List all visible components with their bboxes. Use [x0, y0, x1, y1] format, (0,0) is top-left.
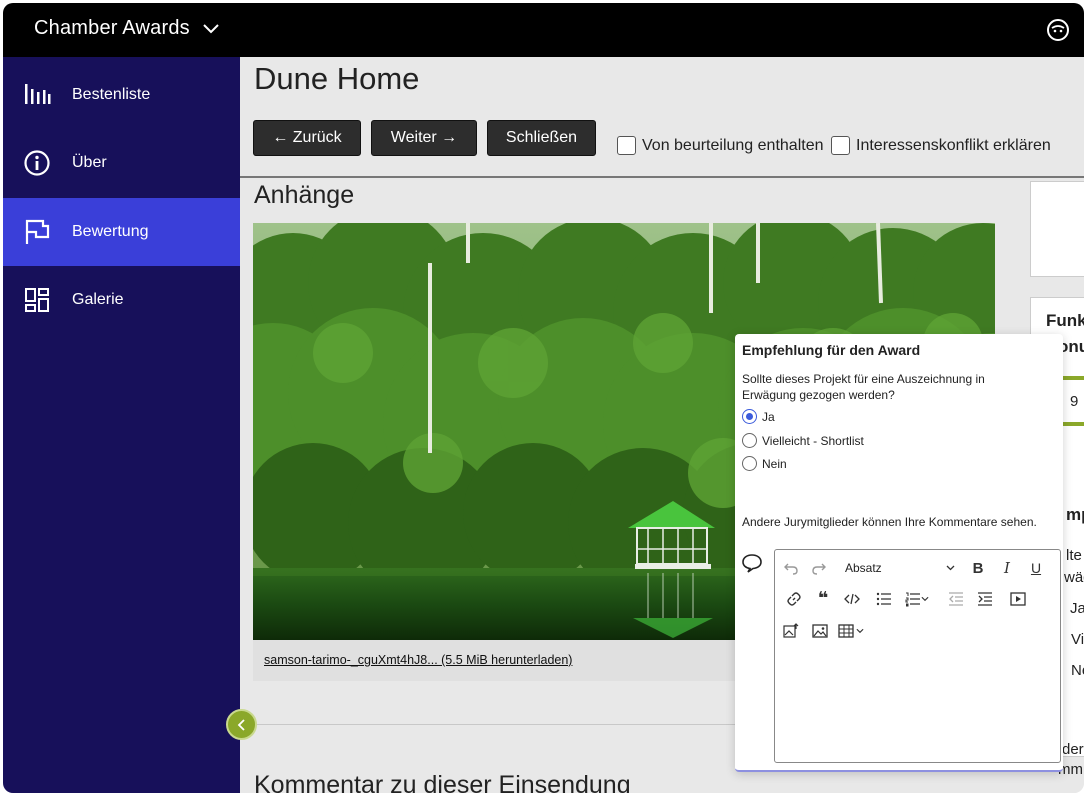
popup-title: Empfehlung für den Award [742, 342, 921, 358]
user-avatar-icon[interactable] [1046, 18, 1070, 42]
download-link[interactable]: samson-tarimo-_cguXmt4hJ8... (5.5 MiB he… [264, 653, 572, 667]
redo-icon[interactable] [809, 558, 829, 578]
format-select[interactable]: Absatz [845, 558, 955, 578]
sidebar-collapse-button[interactable] [226, 709, 257, 740]
radio-button[interactable] [742, 433, 757, 448]
side-card [1030, 181, 1084, 277]
popup-question: Sollte dieses Projekt für eine Auszeichn… [742, 372, 985, 402]
attachments-title: Anhänge [254, 181, 355, 209]
radio-button[interactable] [742, 409, 757, 424]
section-heading: Funk [1046, 311, 1084, 330]
chevron-down-icon [203, 23, 219, 33]
info-icon [24, 150, 50, 176]
link-icon[interactable] [784, 589, 804, 609]
grid-icon [25, 288, 49, 312]
sidebar-item-galerie[interactable]: Galerie [3, 266, 240, 334]
sidebar-item-label: Bewertung [72, 223, 149, 240]
comment-section-title: Kommentar zu dieser Einsendung [254, 771, 631, 793]
italic-icon[interactable]: I [997, 558, 1017, 578]
sidebar: Bestenliste Über Bewertung Galerie [3, 57, 240, 793]
undo-icon[interactable] [781, 558, 801, 578]
app-frame: Chamber Awards Bestenliste Über Bewertun… [3, 3, 1084, 793]
award-recommendation-popup: Empfehlung für den Award Sollte dieses P… [735, 334, 1063, 772]
radio-option-vielleicht[interactable]: Vielleicht - Shortlist [742, 433, 864, 448]
image-icon[interactable] [810, 621, 830, 641]
back-button[interactable]: ← Zurück [253, 120, 361, 156]
app-switcher[interactable]: Chamber Awards [34, 17, 220, 40]
sidebar-item-label: Galerie [72, 291, 124, 308]
side-text: Ne [1071, 662, 1084, 679]
underline-icon[interactable]: U [1026, 558, 1046, 578]
sidebar-item-ueber[interactable]: Über [3, 129, 240, 197]
side-text: der [1062, 741, 1084, 758]
next-button[interactable]: Weiter → [371, 120, 477, 156]
media-embed-icon[interactable] [1008, 589, 1028, 609]
side-text: Vie [1071, 631, 1084, 648]
image-upload-icon[interactable] [781, 621, 801, 641]
code-icon[interactable] [842, 589, 862, 609]
visibility-note: Andere Jurymitglieder können Ihre Kommen… [742, 515, 1037, 529]
close-button[interactable]: Schließen [487, 120, 596, 156]
radio-option-nein[interactable]: Nein [742, 456, 787, 471]
section-heading: mpf [1066, 505, 1084, 524]
chevron-down-icon [946, 565, 955, 571]
app-title: Chamber Awards [34, 17, 190, 39]
blockquote-icon[interactable]: ❝ [813, 588, 833, 608]
sidebar-item-label: Über [72, 154, 107, 171]
radio-option-ja[interactable]: Ja [742, 409, 775, 424]
top-bar: Chamber Awards [3, 3, 1084, 57]
radio-label: Vielleicht - Shortlist [762, 433, 864, 448]
divider [240, 176, 1084, 178]
chevron-down-icon[interactable] [920, 589, 930, 609]
bold-icon[interactable]: B [968, 558, 988, 578]
chevron-left-icon [237, 718, 245, 731]
abstain-checkbox[interactable]: Von beurteilung enthalten [617, 136, 823, 155]
checkbox-box[interactable] [617, 136, 636, 155]
comment-icon [742, 554, 762, 573]
radio-label: Nein [762, 456, 787, 471]
checkbox-box[interactable] [831, 136, 850, 155]
chevron-down-icon[interactable] [855, 621, 865, 641]
checkbox-label: Interessenskonflikt erklären [856, 136, 1051, 154]
outdent-icon[interactable] [946, 589, 966, 609]
radio-button[interactable] [742, 456, 757, 471]
side-text: lte [1066, 547, 1082, 564]
indent-icon[interactable] [975, 589, 995, 609]
comment-editor[interactable]: Absatz B I U ❝ [774, 549, 1061, 763]
sidebar-item-label: Bestenliste [72, 86, 151, 103]
checkbox-label: Von beurteilung enthalten [642, 136, 824, 154]
side-text: wäg [1064, 569, 1084, 586]
flag-icon [25, 219, 50, 244]
sidebar-item-bestenliste[interactable]: Bestenliste [3, 61, 240, 129]
side-text: Ja [1070, 600, 1084, 617]
table-icon[interactable] [836, 621, 856, 641]
format-select-value: Absatz [845, 561, 882, 575]
score-value: 9 [1070, 393, 1079, 410]
bar-chart-icon [25, 84, 51, 104]
bullet-list-icon[interactable] [874, 589, 894, 609]
conflict-checkbox[interactable]: Interessenskonflikt erklären [831, 136, 1051, 155]
sidebar-item-bewertung[interactable]: Bewertung [3, 198, 240, 266]
page-title: Dune Home [254, 61, 420, 96]
radio-label: Ja [762, 409, 775, 424]
